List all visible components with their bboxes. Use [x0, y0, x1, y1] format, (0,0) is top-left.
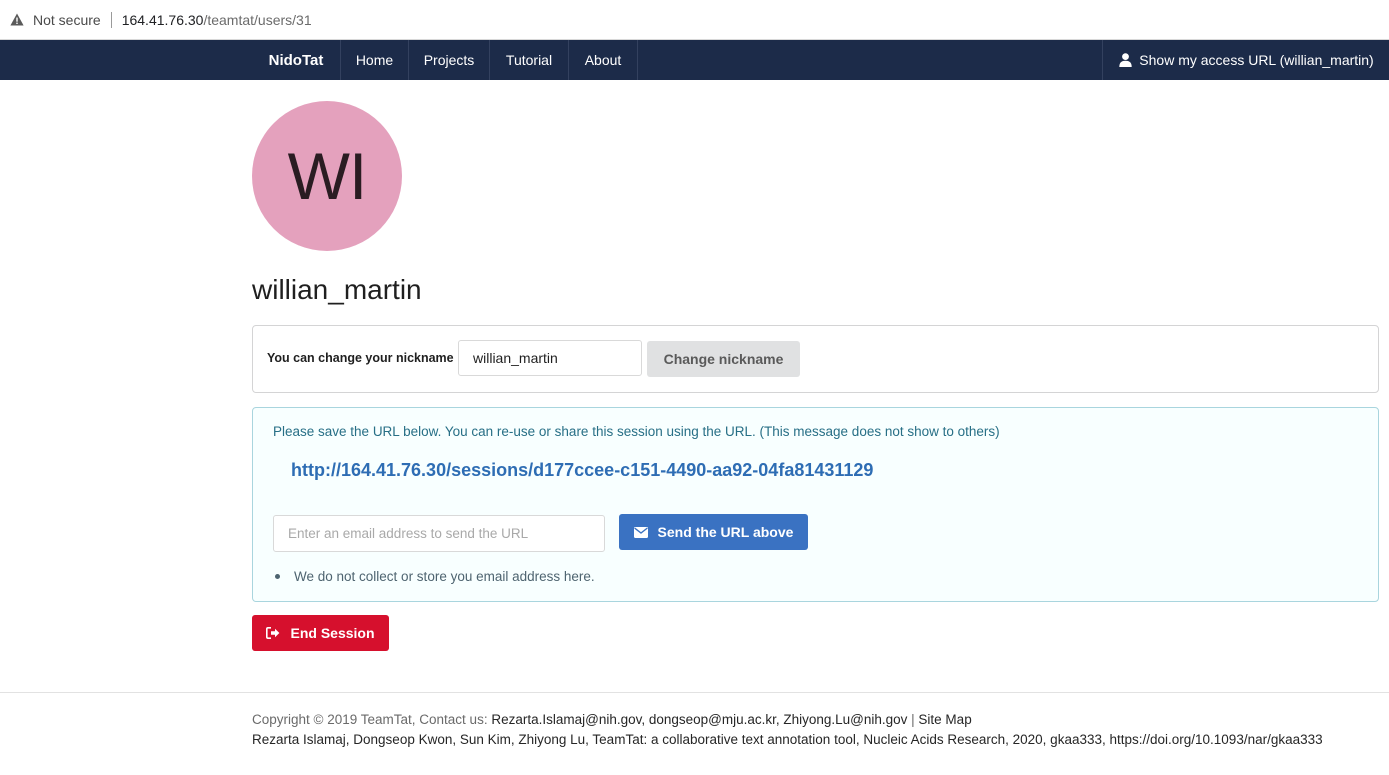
- url-host[interactable]: 164.41.76.30: [122, 12, 204, 28]
- email-privacy-text: We do not collect or store you email add…: [294, 569, 595, 584]
- email-privacy-note: We do not collect or store you email add…: [275, 569, 595, 584]
- footer: Copyright © 2019 TeamTat, Contact us: Re…: [252, 710, 1323, 750]
- security-label[interactable]: Not secure: [33, 12, 101, 28]
- access-url-label: Show my access URL (willian_martin): [1139, 52, 1374, 68]
- end-session-button[interactable]: End Session: [252, 615, 389, 651]
- send-url-label: Send the URL above: [657, 524, 794, 540]
- bullet-icon: [275, 574, 280, 579]
- warning-icon[interactable]: [10, 13, 24, 27]
- nickname-label: You can change your nickname: [267, 351, 454, 365]
- envelope-icon: [633, 526, 648, 538]
- avatar: WI: [252, 101, 402, 251]
- address-divider: [110, 11, 112, 28]
- footer-copyright-line: Copyright © 2019 TeamTat, Contact us: Re…: [252, 710, 1323, 730]
- contact-emails[interactable]: Rezarta.Islamaj@nih.gov, dongseop@mju.ac…: [491, 712, 907, 727]
- site-map-link[interactable]: Site Map: [918, 712, 971, 727]
- citation-text: Rezarta Islamaj, Dongseop Kwon, Sun Kim,…: [252, 732, 1323, 747]
- brand-link[interactable]: NidoTat: [252, 40, 341, 80]
- top-navbar: NidoTat Home Projects Tutorial About Sho…: [0, 40, 1389, 80]
- page-title: willian_martin: [252, 274, 422, 305]
- nav-home[interactable]: Home: [341, 40, 409, 80]
- nickname-panel: You can change your nickname Change nick…: [252, 325, 1379, 393]
- show-access-url-button[interactable]: Show my access URL (willian_martin): [1102, 40, 1389, 80]
- session-url-message: Please save the URL below. You can re-us…: [252, 407, 1379, 602]
- end-session-label: End Session: [290, 625, 375, 641]
- save-url-message: Please save the URL below. You can re-us…: [273, 424, 1000, 439]
- session-url[interactable]: http://164.41.76.30/sessions/d177ccee-c1…: [291, 460, 873, 481]
- footer-separator: |: [907, 712, 919, 727]
- email-input[interactable]: [273, 515, 605, 552]
- browser-address-bar[interactable]: Not secure 164.41.76.30/teamtat/users/31: [0, 0, 1389, 40]
- change-nickname-button[interactable]: Change nickname: [647, 341, 800, 377]
- copyright-text: Copyright © 2019 TeamTat, Contact us:: [252, 712, 492, 727]
- footer-divider: [0, 692, 1389, 693]
- sign-out-icon: [266, 627, 280, 639]
- url-path[interactable]: /teamtat/users/31: [203, 12, 311, 28]
- nickname-input[interactable]: [458, 340, 642, 376]
- user-icon: [1119, 53, 1132, 67]
- nav-about[interactable]: About: [569, 40, 638, 80]
- nav-projects[interactable]: Projects: [409, 40, 490, 80]
- send-url-button[interactable]: Send the URL above: [619, 514, 808, 550]
- nav-tutorial[interactable]: Tutorial: [490, 40, 569, 80]
